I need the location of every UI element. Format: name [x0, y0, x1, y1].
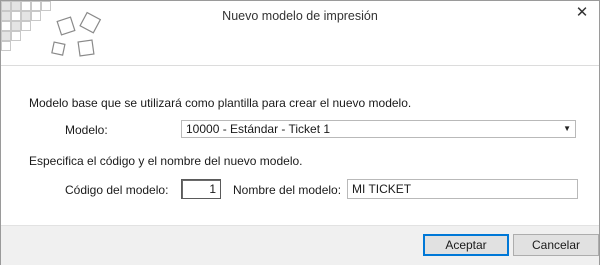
base-model-description: Modelo base que se utilizará como planti… — [29, 96, 412, 110]
title-bar: Nuevo modelo de impresión ✕ — [1, 1, 599, 66]
accept-button[interactable]: Aceptar — [423, 234, 509, 256]
close-button[interactable]: ✕ — [573, 4, 591, 22]
model-select[interactable]: 10000 - Estándar - Ticket 1 ▼ — [181, 120, 576, 138]
dialog-window: Nuevo modelo de impresión ✕ Modelo base … — [0, 0, 600, 265]
model-label: Modelo: — [65, 123, 108, 137]
close-icon: ✕ — [575, 4, 589, 21]
chevron-down-icon[interactable]: ▼ — [563, 121, 571, 137]
dialog-footer: Aceptar Cancelar — [1, 225, 599, 265]
dialog-title: Nuevo modelo de impresión — [222, 9, 378, 23]
name-input[interactable] — [347, 179, 578, 199]
name-label: Nombre del modelo: — [233, 183, 342, 197]
dialog-content: Modelo base que se utilizará como planti… — [1, 66, 599, 225]
code-label: Código del modelo: — [65, 183, 169, 197]
code-input[interactable] — [181, 179, 221, 199]
new-model-description: Especifica el código y el nombre del nue… — [29, 154, 303, 168]
model-select-value: 10000 - Estándar - Ticket 1 — [186, 122, 331, 136]
cancel-button[interactable]: Cancelar — [513, 234, 599, 256]
